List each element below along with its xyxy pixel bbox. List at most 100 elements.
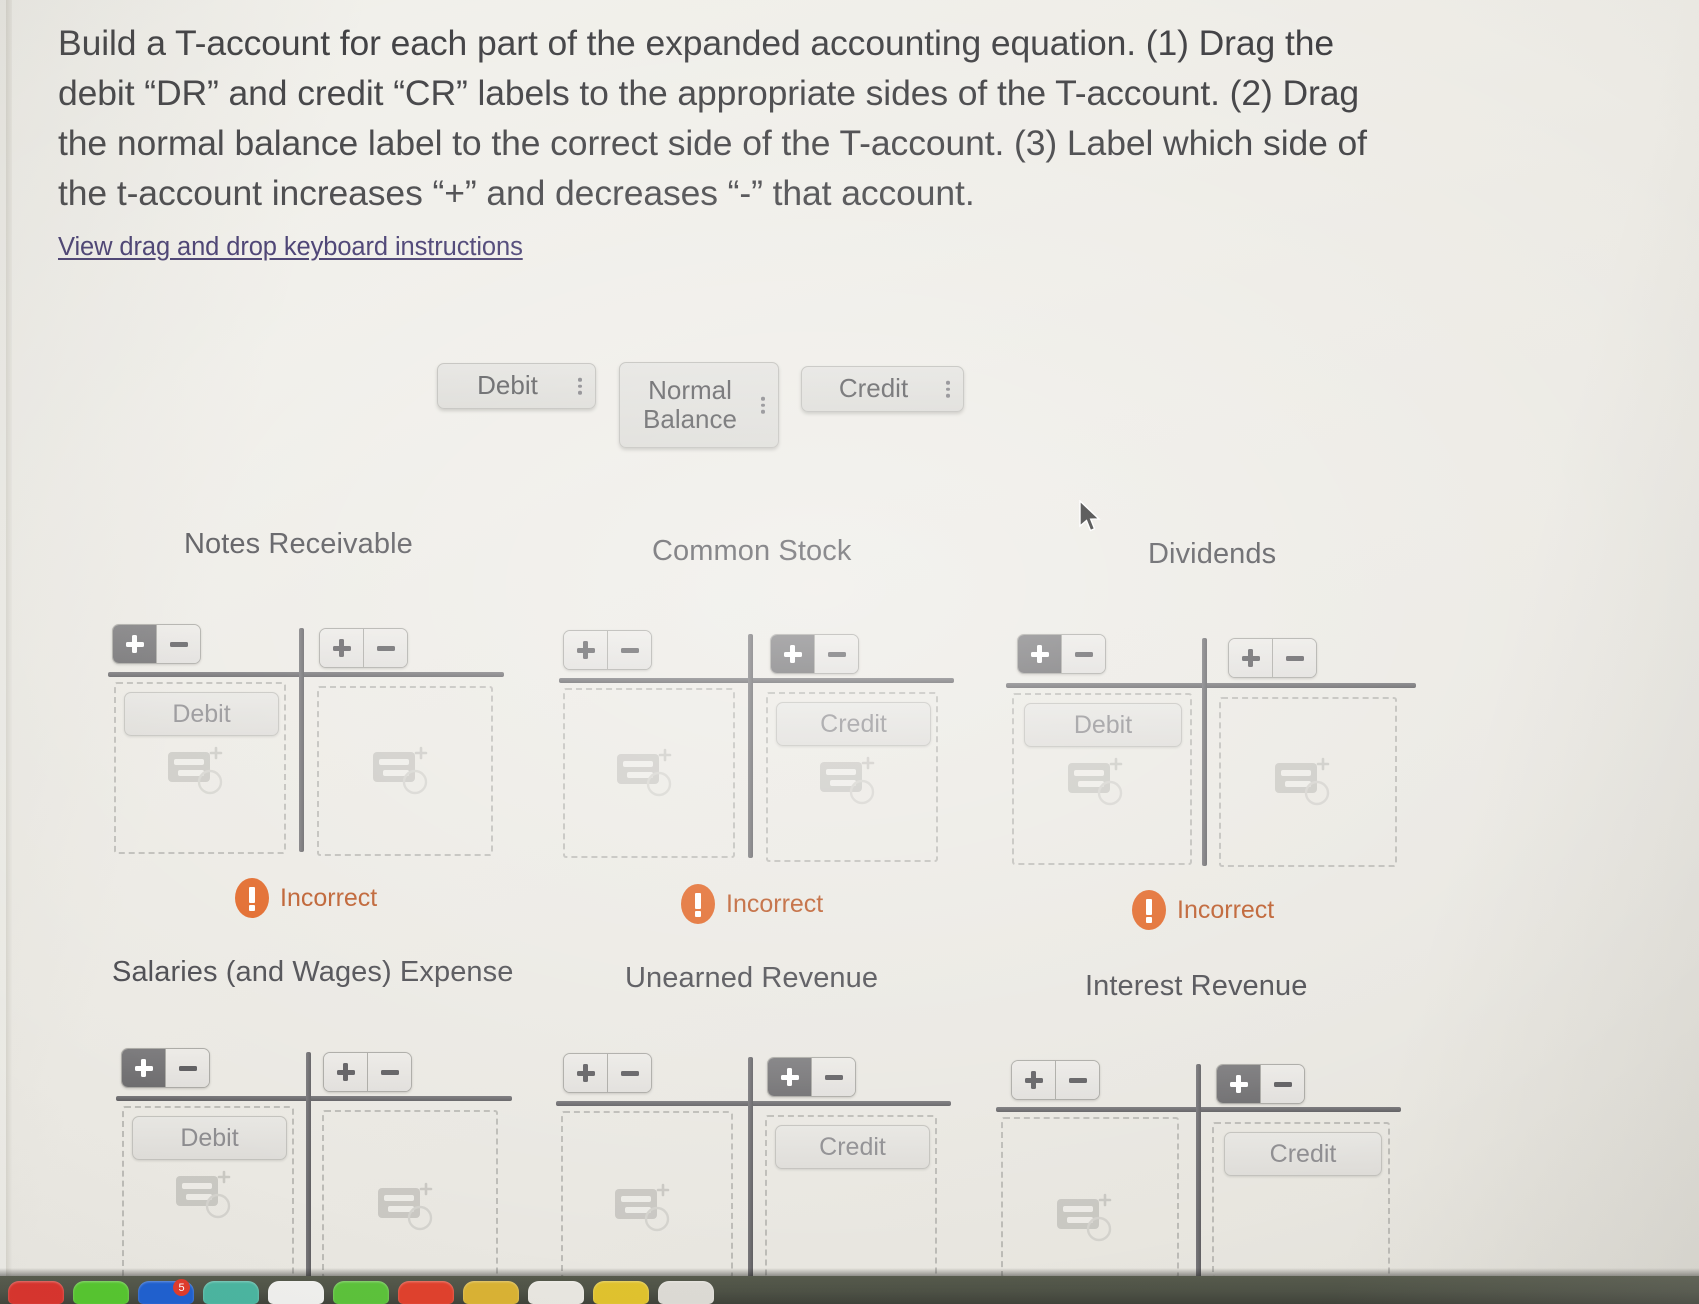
- account-title: Interest Revenue: [1085, 970, 1308, 1002]
- right-plus-button[interactable]: [771, 635, 814, 673]
- right-plus-minus-toggle[interactable]: [323, 1052, 412, 1092]
- right-plus-button[interactable]: [324, 1053, 367, 1091]
- left-plus-minus-toggle[interactable]: [1017, 634, 1106, 674]
- status-badge-label: Incorrect: [1177, 895, 1275, 924]
- left-drop-zone[interactable]: Debit: [122, 1106, 294, 1278]
- placed-label-right[interactable]: Credit: [1224, 1132, 1382, 1176]
- chip-label: Credit: [820, 709, 887, 738]
- keyboard-instructions-link[interactable]: View drag and drop keyboard instructions: [58, 233, 523, 261]
- left-minus-button[interactable]: [607, 1054, 651, 1092]
- right-plus-button[interactable]: [1229, 639, 1272, 677]
- right-plus-minus-toggle[interactable]: [319, 628, 408, 668]
- right-minus-button[interactable]: [814, 635, 858, 673]
- right-minus-button[interactable]: [1272, 639, 1316, 677]
- dock-icon-5[interactable]: [268, 1281, 324, 1304]
- left-minus-button[interactable]: [1055, 1061, 1099, 1099]
- t-horizontal-rule: [556, 1101, 951, 1106]
- draggable-label-credit[interactable]: Credit: [801, 366, 964, 412]
- right-plus-minus-toggle[interactable]: [1216, 1064, 1305, 1104]
- mouse-cursor-icon: [1079, 500, 1101, 532]
- drag-handle-icon[interactable]: [761, 394, 765, 417]
- chip-label: Credit: [838, 373, 909, 404]
- drop-here-icon: [1057, 1193, 1112, 1242]
- right-plus-button[interactable]: [1217, 1065, 1260, 1103]
- left-minus-button[interactable]: [165, 1049, 209, 1087]
- left-plus-minus-toggle[interactable]: [1011, 1060, 1100, 1100]
- left-drop-zone[interactable]: [1001, 1117, 1179, 1278]
- right-drop-zone[interactable]: Credit: [765, 1115, 937, 1278]
- dock-icon-4[interactable]: [203, 1281, 259, 1304]
- dock-icon-9[interactable]: [528, 1281, 584, 1304]
- left-minus-button[interactable]: [156, 625, 200, 663]
- left-plus-button[interactable]: [113, 625, 156, 663]
- dock-icon-1[interactable]: [8, 1281, 64, 1304]
- dock-icon-10[interactable]: [593, 1281, 649, 1304]
- left-plus-button[interactable]: [564, 631, 607, 669]
- account-title: Salaries (and Wages) Expense: [112, 956, 514, 988]
- right-minus-button[interactable]: [367, 1053, 411, 1091]
- right-drop-zone[interactable]: [1219, 697, 1397, 867]
- placed-label-left[interactable]: Debit: [1024, 703, 1182, 747]
- left-plus-minus-toggle[interactable]: [563, 1053, 652, 1093]
- t-horizontal-rule: [1006, 683, 1416, 688]
- draggable-label-normal-balance[interactable]: Normal Balance: [619, 362, 779, 448]
- right-drop-zone[interactable]: Credit: [1212, 1122, 1390, 1278]
- left-plus-button[interactable]: [122, 1049, 165, 1087]
- right-minus-button[interactable]: [1260, 1065, 1304, 1103]
- status-badge-label: Incorrect: [280, 883, 378, 912]
- account-title: Unearned Revenue: [625, 962, 879, 994]
- drop-here-icon: [378, 1182, 433, 1231]
- left-drop-zone[interactable]: Debit: [1012, 693, 1192, 865]
- left-drop-zone[interactable]: [561, 1111, 733, 1278]
- left-plus-button[interactable]: [564, 1054, 607, 1092]
- prompt-line-5: decreases “-” that account.: [555, 173, 975, 213]
- taskbar-dock[interactable]: 5: [0, 1276, 1699, 1304]
- account-title: Common Stock: [652, 535, 852, 567]
- t-vertical-rule: [299, 628, 304, 852]
- draggable-label-debit[interactable]: Debit: [437, 363, 596, 409]
- right-minus-button[interactable]: [811, 1058, 855, 1096]
- right-drop-zone[interactable]: [322, 1110, 498, 1278]
- chip-label: Debit: [1073, 710, 1133, 739]
- left-drop-zone[interactable]: [563, 688, 735, 858]
- left-plus-minus-toggle[interactable]: [121, 1048, 210, 1088]
- placed-label-right[interactable]: Credit: [775, 1125, 930, 1169]
- left-plus-minus-toggle[interactable]: [563, 630, 652, 670]
- prompt-line-1: Build a T-account for each part of the e…: [58, 23, 1137, 63]
- right-minus-button[interactable]: [363, 629, 407, 667]
- left-minus-button[interactable]: [1061, 635, 1105, 673]
- dock-badge: 5: [173, 1279, 190, 1296]
- account-title: Dividends: [1148, 538, 1277, 570]
- dock-icon-2[interactable]: [73, 1281, 129, 1304]
- left-drop-zone[interactable]: Debit: [114, 682, 286, 854]
- left-minus-button[interactable]: [607, 631, 651, 669]
- drop-here-icon: [176, 1170, 231, 1219]
- placed-label-left[interactable]: Debit: [132, 1116, 287, 1160]
- right-plus-minus-toggle[interactable]: [1228, 638, 1317, 678]
- t-vertical-rule: [1196, 1064, 1201, 1278]
- drag-handle-icon[interactable]: [946, 378, 950, 401]
- right-plus-button[interactable]: [320, 629, 363, 667]
- exclamation-circle-icon: [1132, 890, 1166, 930]
- placed-label-left[interactable]: Debit: [124, 692, 279, 736]
- dock-icon-3[interactable]: 5: [138, 1279, 194, 1304]
- dock-icon-7[interactable]: [398, 1281, 454, 1304]
- dock-icon-11[interactable]: [658, 1281, 714, 1304]
- right-plus-button[interactable]: [768, 1058, 811, 1096]
- drop-here-icon: [1275, 757, 1330, 806]
- right-drop-zone[interactable]: Credit: [766, 692, 938, 862]
- left-plus-button[interactable]: [1018, 635, 1061, 673]
- drag-handle-icon[interactable]: [578, 375, 582, 398]
- t-vertical-rule: [306, 1052, 311, 1278]
- dock-icon-6[interactable]: [333, 1281, 389, 1304]
- chip-label: Debit: [172, 699, 231, 728]
- dock-icon-8[interactable]: [463, 1281, 519, 1304]
- drop-here-icon: [617, 748, 672, 797]
- right-drop-zone[interactable]: [317, 686, 493, 856]
- right-plus-minus-toggle[interactable]: [767, 1057, 856, 1097]
- placed-label-right[interactable]: Credit: [776, 702, 931, 746]
- right-plus-minus-toggle[interactable]: [770, 634, 859, 674]
- left-plus-button[interactable]: [1012, 1061, 1055, 1099]
- left-plus-minus-toggle[interactable]: [112, 624, 201, 664]
- quiz-screen: Build a T-account for each part of the e…: [6, 0, 1699, 1278]
